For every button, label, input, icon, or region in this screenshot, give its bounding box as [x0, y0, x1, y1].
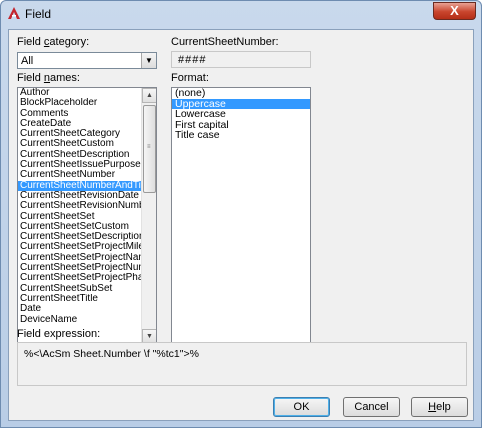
scroll-thumb[interactable]: ≡: [143, 105, 156, 193]
current-value-label: CurrentSheetNumber:: [171, 36, 279, 48]
title-bar[interactable]: Field X: [1, 1, 481, 27]
help-button-label-rest: elp: [436, 401, 451, 413]
format-items: (none) Uppercase Lowercase First capital Tit…: [172, 88, 310, 141]
field-names-listbox[interactable]: Author BlockPlaceholder Comments CreateDate…: [17, 87, 157, 345]
scroll-up-icon[interactable]: ▲: [142, 88, 156, 103]
field-name-list-item[interactable]: CurrentSheetSubSet: [18, 284, 142, 294]
field-name-list-item[interactable]: CurrentSheetCustom: [18, 139, 142, 149]
close-button[interactable]: X: [433, 2, 476, 20]
field-expression-box: %<\AcSm Sheet.Number \f "%tc1">%: [17, 342, 467, 386]
cancel-button[interactable]: Cancel: [343, 397, 400, 417]
window-title: Field: [25, 7, 52, 21]
dialog-body: Field category: All ▼ CurrentSheetNumber…: [8, 29, 474, 421]
format-label: Format:: [171, 72, 209, 84]
field-name-list-item[interactable]: Comments: [18, 109, 142, 119]
close-icon: X: [450, 3, 459, 18]
field-name-list-item[interactable]: DeviceName: [18, 315, 142, 325]
ok-button[interactable]: OK: [273, 397, 330, 417]
help-button[interactable]: Help: [411, 397, 468, 417]
field-name-list-item[interactable]: CurrentSheetCategory: [18, 129, 142, 139]
field-category-dropdown[interactable]: All ▼: [17, 52, 157, 69]
field-name-list-item[interactable]: BlockPlaceholder: [18, 98, 142, 108]
format-list-item[interactable]: (none): [172, 88, 310, 99]
field-names-label: Field names:: [17, 72, 80, 84]
field-name-list-item[interactable]: CurrentSheetDescription: [18, 150, 142, 160]
format-list-item[interactable]: First capital: [172, 120, 310, 131]
field-name-list-item[interactable]: CurrentSheetSetProjectName: [18, 253, 142, 263]
field-name-list-item[interactable]: CurrentSheetIssuePurpose: [18, 160, 142, 170]
field-names-label-suffix: ames:: [50, 72, 80, 84]
format-list-item[interactable]: Uppercase: [172, 98, 310, 110]
autocad-a-icon: [8, 7, 20, 19]
field-name-list-item[interactable]: CurrentSheetSetDescription: [18, 232, 142, 242]
field-names-label-prefix: Field: [17, 72, 44, 84]
field-name-list-item[interactable]: CurrentSheetNumber: [18, 170, 142, 180]
field-category-label-prefix: Field: [17, 36, 44, 48]
field-names-items: Author BlockPlaceholder Comments CreateDate…: [18, 88, 142, 325]
field-category-label-suffix: ategory:: [49, 36, 90, 48]
field-name-list-item[interactable]: Date: [18, 304, 142, 314]
chevron-down-icon[interactable]: ▼: [141, 53, 156, 68]
field-name-list-item[interactable]: CurrentSheetSetProjectNumber: [18, 263, 142, 273]
field-expression-label: Field expression:: [17, 328, 101, 340]
grip-icon: ≡: [147, 144, 151, 150]
format-listbox[interactable]: (none) Uppercase Lowercase First capital Tit…: [171, 87, 311, 345]
help-button-access-key: H: [428, 401, 437, 413]
field-category-value: All: [21, 55, 34, 67]
field-names-scrollbar[interactable]: ▲ ≡ ▼: [141, 88, 156, 344]
field-category-label: Field category:: [17, 36, 89, 48]
field-name-list-item[interactable]: Author: [18, 88, 142, 98]
field-name-list-item[interactable]: CurrentSheetNumberAndTitle: [18, 180, 142, 191]
field-name-list-item[interactable]: CurrentSheetSetCustom: [18, 222, 142, 232]
field-name-list-item[interactable]: CurrentSheetSetProjectMilestone: [18, 242, 142, 252]
field-name-list-item[interactable]: CurrentSheetRevisionNumber: [18, 201, 142, 211]
current-value-text: ####: [178, 54, 207, 66]
field-name-list-item[interactable]: CurrentSheetSetProjectPhase: [18, 273, 142, 283]
field-dialog: Field X Field category: All ▼ CurrentShe…: [0, 0, 482, 428]
format-list-item[interactable]: Lowercase: [172, 109, 310, 120]
field-name-list-item[interactable]: CurrentSheetSet: [18, 212, 142, 222]
field-expression-text: %<\AcSm Sheet.Number \f "%tc1">%: [24, 348, 199, 360]
format-list-item[interactable]: Title case: [172, 130, 310, 141]
field-name-list-item[interactable]: CurrentSheetTitle: [18, 294, 142, 304]
current-value-field: ####: [171, 51, 311, 68]
field-name-list-item[interactable]: CurrentSheetRevisionDate: [18, 191, 142, 201]
field-name-list-item[interactable]: CreateDate: [18, 119, 142, 129]
